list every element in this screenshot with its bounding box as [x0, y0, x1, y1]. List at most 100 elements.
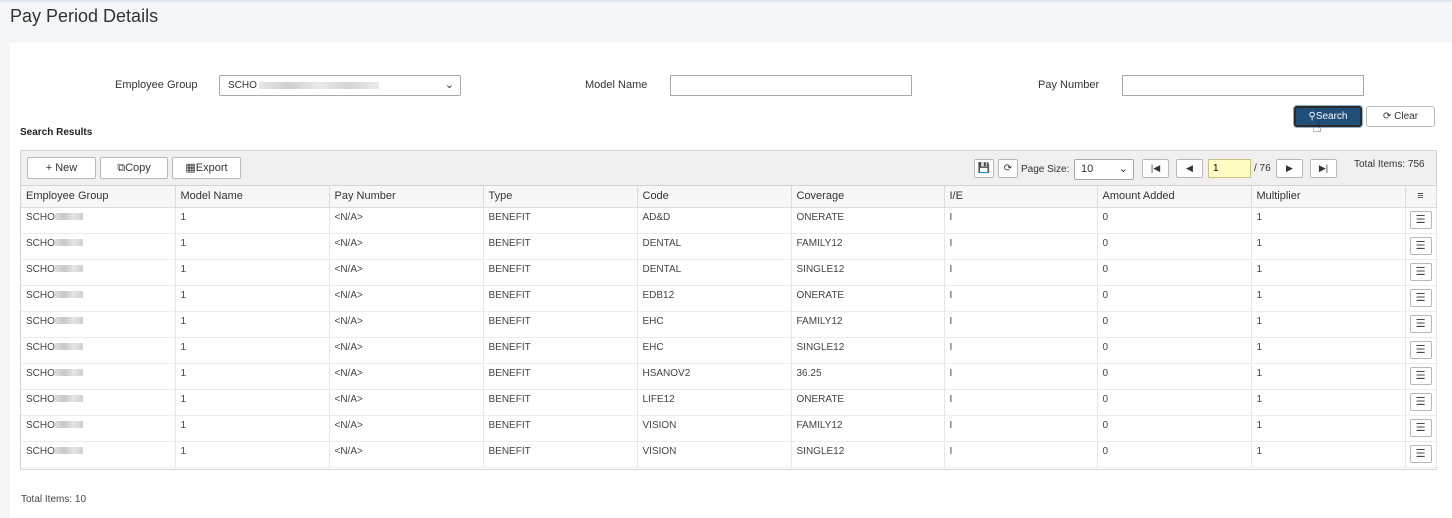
table-row[interactable]: SCHO 1 <N/A> BENEFIT DENTAL FAMILY12 I 0 1 ☰ — [21, 233, 1437, 260]
first-page-button[interactable]: |◀ — [1142, 159, 1169, 178]
table-row[interactable]: SCHO 1 <N/A> BENEFIT VISION SINGLE12 I 0 1 ☰ — [21, 441, 1437, 468]
export-button[interactable]: ▦Export — [172, 157, 241, 179]
row-action-cell: ☰ — [1405, 285, 1437, 312]
table-cell-amount: 0 — [1097, 207, 1252, 234]
table-row[interactable]: SCHO 1 <N/A> BENEFIT LIFE12 ONERATE I 0 1 ☰ — [21, 389, 1437, 416]
table-cell-coverage: FAMILY12 — [791, 311, 945, 338]
cell-text: 0 — [1102, 315, 1109, 327]
cell-text: EHC — [642, 315, 664, 327]
table-cell-model: 1 — [175, 337, 330, 364]
results-table: Employee Group Model Name Pay Number Typ… — [21, 186, 1437, 468]
cell-text: SCHO — [26, 315, 55, 327]
search-button[interactable]: ⚲Search — [1294, 106, 1362, 127]
table-cell-model: 1 — [175, 415, 330, 442]
table-row[interactable]: SCHO 1 <N/A> BENEFIT HSANOV2 36.25 I 0 1 ☰ — [21, 363, 1437, 390]
row-menu-button[interactable]: ☰ — [1409, 340, 1432, 359]
row-action-cell: ☰ — [1405, 233, 1437, 260]
table-cell-code: DENTAL — [637, 259, 792, 286]
cell-text: DENTAL — [642, 263, 682, 275]
page-size-select[interactable]: 10 ⌄ — [1074, 159, 1134, 180]
table-row[interactable]: SCHO 1 <N/A> BENEFIT EHC SINGLE12 I 0 1 ☰ — [21, 337, 1437, 364]
cell-text: SINGLE12 — [796, 341, 845, 353]
cell-text: BENEFIT — [488, 367, 531, 379]
row-menu-button[interactable]: ☰ — [1409, 418, 1432, 437]
row-menu-button[interactable]: ☰ — [1409, 314, 1432, 333]
redacted-text — [54, 265, 83, 273]
top-border — [0, 0, 1452, 2]
column-header[interactable]: Type — [483, 186, 638, 208]
chevron-down-icon: ⌄ — [444, 79, 454, 91]
list-icon: ☰ — [1415, 369, 1426, 382]
table-row[interactable]: SCHO 1 <N/A> BENEFIT EHC FAMILY12 I 0 1 ☰ — [21, 311, 1437, 338]
row-action-cell: ☰ — [1405, 389, 1437, 416]
column-header[interactable]: Employee Group — [21, 186, 176, 208]
column-header[interactable]: Multiplier — [1251, 186, 1406, 208]
cell-text: 1 — [180, 289, 187, 301]
table-cell-pay: <N/A> — [329, 337, 484, 364]
copy-button[interactable]: ⧉Copy — [100, 157, 168, 179]
cell-text: SCHO — [26, 237, 55, 249]
table-cell-coverage: 36.25 — [791, 363, 945, 390]
column-header[interactable]: Model Name — [175, 186, 330, 208]
table-cell-type: BENEFIT — [483, 363, 638, 390]
cell-text: 1 — [180, 315, 187, 327]
row-menu-button[interactable]: ☰ — [1409, 210, 1432, 229]
cell-text: 1 — [180, 211, 187, 223]
cell-text: 0 — [1102, 445, 1109, 457]
cell-text: BENEFIT — [488, 211, 531, 223]
chevron-down-icon: ⌄ — [1118, 163, 1128, 175]
row-menu-button[interactable]: ☰ — [1409, 444, 1432, 463]
row-menu-button[interactable]: ☰ — [1409, 288, 1432, 307]
column-header[interactable]: Pay Number — [329, 186, 484, 208]
row-action-cell: ☰ — [1405, 207, 1437, 234]
column-menu-button[interactable]: ≡ — [1405, 186, 1437, 208]
table-cell-group: SCHO — [21, 311, 176, 338]
cell-text: SCHO — [26, 393, 55, 405]
cell-text: 1 — [1256, 341, 1263, 353]
column-header[interactable]: Amount Added — [1097, 186, 1252, 208]
prev-page-button[interactable]: ◀ — [1176, 159, 1203, 178]
model-name-input[interactable] — [670, 75, 912, 96]
table-row[interactable]: SCHO 1 <N/A> BENEFIT AD&D ONERATE I 0 1 ☰ — [21, 207, 1437, 234]
save-layout-button[interactable]: 💾 — [974, 159, 994, 178]
column-header[interactable]: Code — [637, 186, 792, 208]
next-page-button[interactable]: ▶ — [1276, 159, 1303, 178]
table-row[interactable]: SCHO 1 <N/A> BENEFIT DENTAL SINGLE12 I 0 1 ☰ — [21, 259, 1437, 286]
new-button[interactable]: + New — [27, 157, 96, 179]
table-cell-amount: 0 — [1097, 389, 1252, 416]
refresh-icon: ⟳ — [1382, 111, 1392, 122]
cell-text: <N/A> — [334, 237, 363, 249]
row-menu-button[interactable]: ☰ — [1409, 366, 1432, 385]
row-menu-button[interactable]: ☰ — [1409, 236, 1432, 255]
redacted-text — [258, 81, 379, 89]
table-cell-amount: 0 — [1097, 311, 1252, 338]
table-cell-type: BENEFIT — [483, 207, 638, 234]
pay-number-input[interactable] — [1122, 75, 1364, 96]
cell-text: ONERATE — [796, 211, 845, 223]
current-page-input[interactable] — [1208, 159, 1251, 178]
row-menu-button[interactable]: ☰ — [1409, 392, 1432, 411]
cell-text: 1 — [1256, 367, 1263, 379]
cell-text: 0 — [1102, 393, 1109, 405]
column-header[interactable]: I/E — [944, 186, 1098, 208]
table-cell-pay: <N/A> — [329, 441, 484, 468]
last-page-button[interactable]: ▶| — [1310, 159, 1337, 178]
table-cell-coverage: SINGLE12 — [791, 441, 945, 468]
table-cell-mult: 1 — [1251, 311, 1406, 338]
table-row[interactable]: SCHO 1 <N/A> BENEFIT EDB12 ONERATE I 0 1 ☰ — [21, 285, 1437, 312]
hand-cursor-icon: ☝ — [1312, 119, 1322, 136]
column-header[interactable]: Coverage — [791, 186, 945, 208]
clear-button-label: Clear — [1394, 111, 1419, 122]
employee-group-select[interactable]: SCHO ⌄ — [219, 75, 461, 96]
table-cell-code: EDB12 — [637, 285, 792, 312]
cell-text: 36.25 — [796, 367, 822, 379]
cell-text: 1 — [180, 393, 187, 405]
table-cell-group: SCHO — [21, 207, 176, 234]
clear-button[interactable]: ⟳ Clear — [1366, 106, 1435, 127]
table-row[interactable]: SCHO 1 <N/A> BENEFIT VISION FAMILY12 I 0 1 ☰ — [21, 415, 1437, 442]
refresh-grid-button[interactable]: ⟳ — [998, 159, 1018, 178]
cell-text: SCHO — [26, 263, 55, 275]
row-menu-button[interactable]: ☰ — [1409, 262, 1432, 281]
cell-text: SCHO — [26, 445, 55, 457]
table-cell-amount: 0 — [1097, 363, 1252, 390]
